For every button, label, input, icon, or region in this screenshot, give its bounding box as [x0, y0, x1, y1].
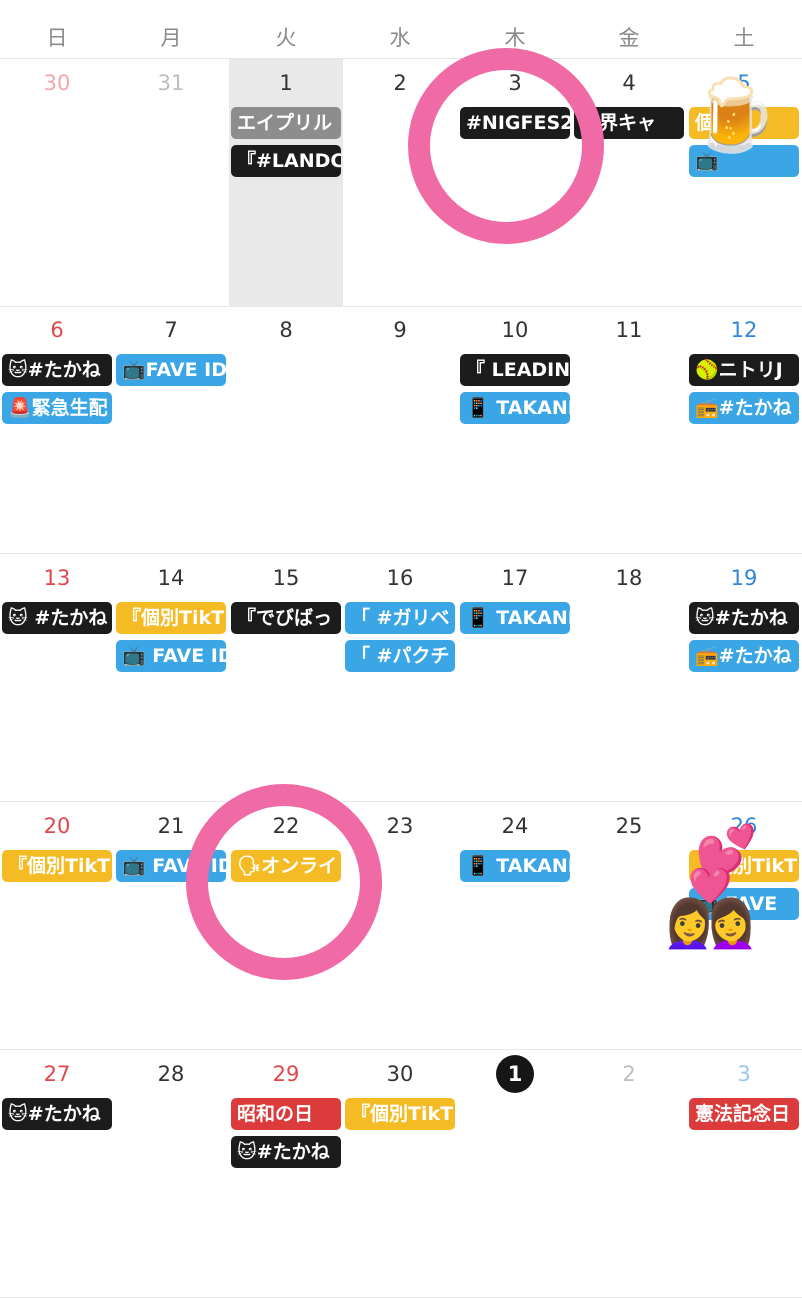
weekday-sun: 日 [46, 26, 68, 50]
day-number: 30 [386, 1062, 414, 1086]
highlight-ring-day-22 [186, 784, 382, 980]
day-number: 29 [272, 1062, 300, 1086]
day-cell[interactable]: 7 📺FAVE ID [114, 306, 228, 553]
day-cell[interactable]: 24 📱 TAKANE [458, 802, 572, 1049]
day-number: 24 [501, 814, 529, 838]
day-number: 1 [279, 71, 293, 95]
weekday-sat: 土 [733, 26, 755, 50]
day-cell[interactable]: 1 [458, 1050, 572, 1297]
highlight-ring-day-3 [408, 48, 604, 244]
day-cell[interactable]: 20 『個別TikT [0, 802, 114, 1049]
day-cell[interactable]: 30 『個別TikT [343, 1050, 457, 1297]
day-number: 30 [43, 71, 71, 95]
day-cell[interactable]: 16 「 #ガリベ「 #パクチ [343, 554, 457, 801]
day-cell[interactable]: 17 📱 TAKANE [458, 554, 572, 801]
day-cell[interactable]: 13 🐱 #たかね [0, 554, 114, 801]
day-number: 18 [615, 566, 643, 590]
event-chip[interactable]: 「 #ガリベ [345, 602, 455, 634]
day-number: 3 [737, 1062, 751, 1086]
event-chip[interactable]: 📺FAVE ID [116, 354, 226, 386]
day-cell[interactable]: 31 [114, 59, 228, 306]
day-number: 13 [43, 566, 71, 590]
weekday-fri: 金 [618, 26, 640, 50]
event-chip[interactable]: 『個別TikT [116, 602, 226, 634]
day-cell[interactable]: 19 🐱#たかね 📻#たかね [687, 554, 801, 801]
event-chip[interactable]: 『個別TikT [345, 1098, 455, 1130]
day-number: 27 [43, 1062, 71, 1086]
day-number: 9 [393, 318, 407, 342]
weekday-wed: 水 [389, 26, 411, 50]
day-number: 6 [50, 318, 64, 342]
day-cell[interactable]: 15 『でびばっ [229, 554, 343, 801]
week-row: 6 🐱#たかね 🚨緊急生配 7 📺FAVE ID 8 9 10 『 LEADING 📱 TAKAN… [0, 306, 802, 554]
day-cell[interactable]: 12 🥎ニトリJ 📻#たかね [687, 306, 801, 553]
event-chip[interactable]: 昭和の日 [231, 1098, 341, 1130]
day-cell[interactable]: 9 [343, 306, 457, 553]
event-chip[interactable]: 📱 TAKANE [460, 850, 570, 882]
event-chip[interactable]: 🐱 #たかね [2, 602, 112, 634]
day-cell[interactable]: 14 『個別TikT 📺 FAVE ID [114, 554, 228, 801]
day-number: 28 [157, 1062, 185, 1086]
event-chip[interactable]: 『 LEADING [460, 354, 570, 386]
day-number: 2 [622, 1062, 636, 1086]
day-number: 4 [622, 71, 636, 95]
event-chip[interactable]: 『#LANDC [231, 145, 341, 177]
day-number: 20 [43, 814, 71, 838]
event-chip[interactable]: 🐱#たかね [231, 1136, 341, 1168]
day-number: 1 [496, 1055, 534, 1093]
day-number: 10 [501, 318, 529, 342]
week-row: 13 🐱 #たかね 14 『個別TikT 📺 FAVE ID 15 『でびばっ 16 「 #ガリ… [0, 554, 802, 802]
week-row: 30311エイプリル『#LANDC23#NIGFES2(4世界キャ5個別📺 [0, 59, 802, 307]
day-cell[interactable]: 30 [0, 59, 114, 306]
day-number: 25 [615, 814, 643, 838]
event-chip[interactable]: 憲法記念日 [689, 1098, 799, 1130]
week-row: 27 🐱#たかね 28 29 昭和の日 🐱#たかね 30 『個別TikT 1 2 3 憲法記念日 [0, 1050, 802, 1298]
event-chip[interactable]: 📻#たかね [689, 392, 799, 424]
event-chip[interactable]: 🐱#たかね [689, 602, 799, 634]
weekday-header: 日 月 火 水 木 金 土 [0, 0, 802, 59]
event-chip[interactable]: 📻#たかね [689, 640, 799, 672]
event-chip[interactable]: 『でびばっ [231, 602, 341, 634]
couple-sticker: 👩‍❤️‍👩 [664, 866, 757, 952]
day-cell[interactable]: 1 エイプリル『#LANDC [229, 59, 343, 306]
event-chip[interactable]: 🥎ニトリJ [689, 354, 799, 386]
day-number: 17 [501, 566, 529, 590]
day-number: 7 [164, 318, 178, 342]
day-cell[interactable]: 18 [572, 554, 686, 801]
event-chip[interactable]: 「 #パクチ [345, 640, 455, 672]
event-chip[interactable]: 🐱#たかね [2, 1098, 112, 1130]
weekday-mon: 月 [160, 26, 182, 50]
day-cell[interactable]: 6 🐱#たかね 🚨緊急生配 [0, 306, 114, 553]
day-cell[interactable]: 29 昭和の日 🐱#たかね [229, 1050, 343, 1297]
day-cell[interactable]: 2 [572, 1050, 686, 1297]
day-cell[interactable]: 8 [229, 306, 343, 553]
day-number: 31 [157, 71, 185, 95]
day-number: 16 [386, 566, 414, 590]
event-chip[interactable]: 『個別TikT [2, 850, 112, 882]
day-number: 12 [730, 318, 758, 342]
event-chip[interactable]: 🚨緊急生配 [2, 392, 112, 424]
event-chip[interactable]: 📱 TAKANE [460, 602, 570, 634]
beer-sticker: 🍺 [690, 74, 778, 156]
event-chip[interactable]: 📺 FAVE ID [116, 640, 226, 672]
day-cell[interactable]: 27 🐱#たかね [0, 1050, 114, 1297]
event-chip[interactable]: エイプリル [231, 107, 341, 139]
day-cell[interactable]: 11 [572, 306, 686, 553]
day-number: 19 [730, 566, 758, 590]
event-chip[interactable]: 📱 TAKANE [460, 392, 570, 424]
day-number: 15 [272, 566, 300, 590]
day-cell[interactable]: 10 『 LEADING 📱 TAKANE [458, 306, 572, 553]
weekday-tue: 火 [275, 26, 297, 50]
day-cell[interactable]: 3 憲法記念日 [687, 1050, 801, 1297]
day-number: 14 [157, 566, 185, 590]
day-number: 11 [615, 318, 643, 342]
event-chip[interactable]: 🐱#たかね [2, 354, 112, 386]
day-number: 8 [279, 318, 293, 342]
day-cell[interactable]: 28 [114, 1050, 228, 1297]
